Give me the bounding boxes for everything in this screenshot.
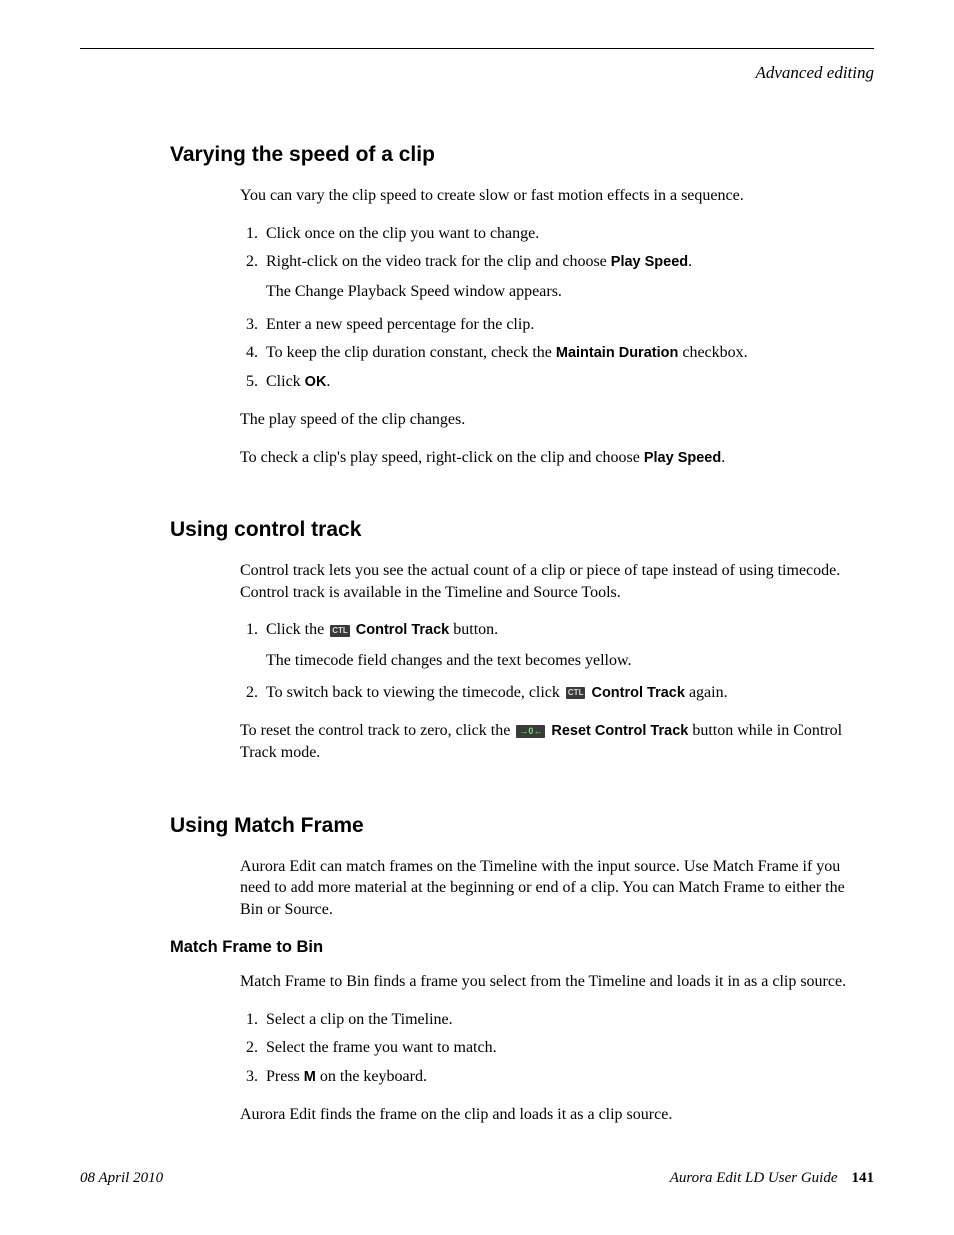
- reset-icon: →0←: [516, 725, 545, 738]
- body-span: To reset the control track to zero, clic…: [240, 722, 514, 739]
- steps-list-match: Select a clip on the Timeline. Select th…: [240, 1009, 864, 1088]
- footer-right: Aurora Edit LD User Guide 141: [670, 1170, 874, 1187]
- step-item: Right-click on the video track for the c…: [262, 251, 864, 304]
- body-span: To check a clip's play speed, right-clic…: [240, 449, 644, 466]
- body-text: The play speed of the clip changes.: [240, 409, 864, 431]
- body-span: .: [721, 449, 725, 466]
- intro-text: You can vary the clip speed to create sl…: [240, 185, 864, 207]
- step-text: Right-click on the video track for the c…: [266, 253, 611, 270]
- step-text: Press: [266, 1068, 304, 1085]
- ui-label: Maintain Duration: [556, 345, 678, 361]
- subsection-body-match-bin: Match Frame to Bin finds a frame you sel…: [240, 971, 864, 1125]
- section-title-control: Using control track: [170, 518, 874, 542]
- body-text: To reset the control track to zero, clic…: [240, 720, 864, 763]
- footer-date: 08 April 2010: [80, 1170, 163, 1187]
- page: Advanced editing Varying the speed of a …: [0, 0, 954, 1235]
- ui-label: Play Speed: [611, 254, 688, 270]
- subsection-title-match-bin: Match Frame to Bin: [170, 938, 874, 957]
- step-item: Press M on the keyboard.: [262, 1066, 864, 1088]
- ctl-icon: CTL: [330, 625, 350, 637]
- keyboard-key: M: [304, 1069, 316, 1085]
- intro-text: Aurora Edit can match frames on the Time…: [240, 856, 864, 921]
- step-text: .: [326, 373, 330, 390]
- body-text: To check a clip's play speed, right-clic…: [240, 447, 864, 469]
- top-rule: [80, 48, 874, 49]
- section-body-control: Control track lets you see the actual co…: [240, 560, 864, 764]
- step-item: Click the CTL Control Track button. The …: [262, 619, 864, 672]
- step-text: button.: [449, 621, 498, 638]
- section-title-varying: Varying the speed of a clip: [170, 143, 874, 167]
- step-text: Click: [266, 373, 305, 390]
- step-subtext: The timecode field changes and the text …: [266, 650, 864, 672]
- ui-label: Reset Control Track: [551, 723, 688, 739]
- ui-label: Control Track: [591, 685, 684, 701]
- step-item: To switch back to viewing the timecode, …: [262, 682, 864, 704]
- step-text: Select the frame you want to match.: [266, 1039, 497, 1056]
- ui-label: Play Speed: [644, 450, 721, 466]
- step-item: Enter a new speed percentage for the cli…: [262, 314, 864, 336]
- section-body-match: Aurora Edit can match frames on the Time…: [240, 856, 864, 921]
- intro-text: Match Frame to Bin finds a frame you sel…: [240, 971, 864, 993]
- footer-page-number: 141: [852, 1170, 875, 1186]
- step-text: Select a clip on the Timeline.: [266, 1011, 453, 1028]
- header-chapter: Advanced editing: [80, 63, 874, 83]
- steps-list-control: Click the CTL Control Track button. The …: [240, 619, 864, 704]
- step-item: Click once on the clip you want to chang…: [262, 223, 864, 245]
- step-item: Select a clip on the Timeline.: [262, 1009, 864, 1031]
- footer-guide: Aurora Edit LD User Guide: [670, 1170, 838, 1186]
- step-text: To switch back to viewing the timecode, …: [266, 684, 564, 701]
- step-item: To keep the clip duration constant, chec…: [262, 342, 864, 364]
- page-footer: 08 April 2010 Aurora Edit LD User Guide 1…: [80, 1170, 874, 1187]
- step-text: checkbox.: [678, 344, 747, 361]
- step-text: .: [688, 253, 692, 270]
- step-text: To keep the clip duration constant, chec…: [266, 344, 556, 361]
- step-subtext: The Change Playback Speed window appears…: [266, 281, 864, 303]
- step-text: Click the: [266, 621, 328, 638]
- ui-label: OK: [305, 374, 327, 390]
- ui-label: Control Track: [356, 622, 449, 638]
- section-title-match: Using Match Frame: [170, 814, 874, 838]
- body-text: Aurora Edit finds the frame on the clip …: [240, 1104, 864, 1126]
- section-body-varying: You can vary the clip speed to create sl…: [240, 185, 864, 468]
- step-text: Enter a new speed percentage for the cli…: [266, 316, 534, 333]
- step-item: Click OK.: [262, 371, 864, 393]
- steps-list-varying: Click once on the clip you want to chang…: [240, 223, 864, 393]
- step-text: on the keyboard.: [316, 1068, 427, 1085]
- step-text: Click once on the clip you want to chang…: [266, 225, 539, 242]
- step-item: Select the frame you want to match.: [262, 1037, 864, 1059]
- intro-text: Control track lets you see the actual co…: [240, 560, 864, 603]
- ctl-icon: CTL: [566, 687, 586, 699]
- step-text: again.: [685, 684, 728, 701]
